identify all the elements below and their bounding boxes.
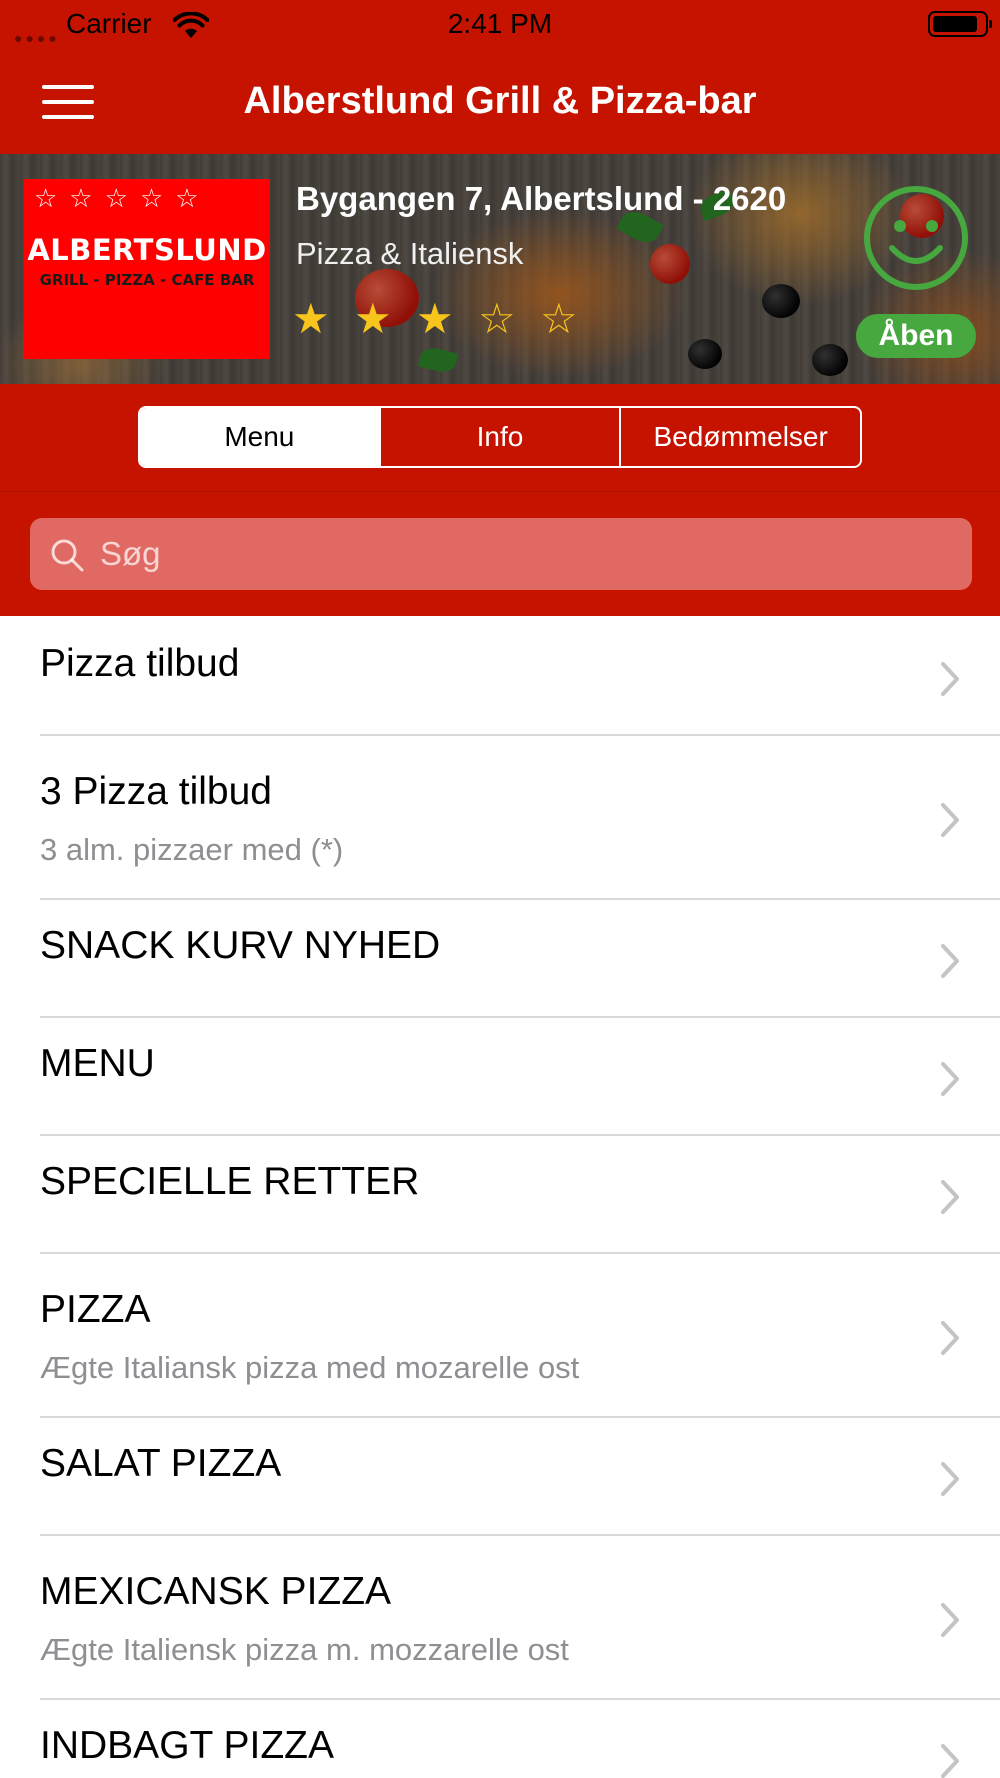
list-item[interactable]: PIZZA Ægte Italiansk pizza med mozarelle … xyxy=(0,1252,1000,1418)
chevron-right-icon xyxy=(941,662,959,696)
chevron-right-icon xyxy=(941,1180,959,1214)
list-item[interactable]: MENU xyxy=(0,1016,1000,1136)
restaurant-address: Bygangen 7, Albertslund - 2620 xyxy=(296,180,787,217)
list-item-title: SALAT PIZZA xyxy=(40,1442,282,1485)
logo-stars: ☆☆☆☆☆ xyxy=(34,183,211,213)
star-full-icon: ★ xyxy=(354,295,392,342)
list-item-title: SPECIELLE RETTER xyxy=(40,1160,420,1203)
star-full-icon: ★ xyxy=(416,295,454,342)
list-item[interactable]: SPECIELLE RETTER xyxy=(0,1134,1000,1254)
star-rating: ★★★☆★☆ xyxy=(292,295,578,342)
tab-menu[interactable]: Menu xyxy=(140,408,379,466)
page-title: Alberstlund Grill & Pizza-bar xyxy=(243,80,757,122)
chevron-right-icon xyxy=(941,1321,959,1355)
list-item[interactable]: Pizza tilbud xyxy=(0,616,1000,736)
list-item-title: SNACK KURV NYHED xyxy=(40,924,441,967)
chevron-right-icon xyxy=(941,1062,959,1096)
list-item-subtitle: Ægte Italiansk pizza med mozarelle ost xyxy=(40,1350,580,1385)
search-bar xyxy=(0,492,1000,616)
chevron-right-icon xyxy=(941,1462,959,1496)
chevron-right-icon xyxy=(941,1603,959,1637)
chevron-right-icon xyxy=(941,1744,959,1778)
tab-reviews[interactable]: Bedømmelser xyxy=(619,408,860,466)
list-item-title: PIZZA xyxy=(40,1288,151,1331)
segmented-control: Menu Info Bedømmelser xyxy=(138,406,862,468)
navigation-bar: Alberstlund Grill & Pizza-bar xyxy=(0,50,1000,154)
list-item-title: 3 Pizza tilbud xyxy=(40,770,272,813)
list-item-title: MEXICANSK PIZZA xyxy=(40,1570,392,1613)
list-item[interactable]: 3 Pizza tilbud 3 alm. pizzaer med (*) xyxy=(0,734,1000,900)
restaurant-cuisine: Pizza & Italiensk xyxy=(296,236,524,271)
list-item-title: MENU xyxy=(40,1042,155,1085)
star-empty-icon: ☆ xyxy=(540,295,578,342)
list-item-subtitle: Ægte Italiensk pizza m. mozzarelle ost xyxy=(40,1632,569,1667)
list-item[interactable]: SALAT PIZZA xyxy=(0,1416,1000,1536)
star-full-icon: ★ xyxy=(292,295,330,342)
chevron-right-icon xyxy=(941,803,959,837)
tab-bar: Menu Info Bedømmelser xyxy=(0,384,1000,492)
battery-icon xyxy=(928,11,992,37)
logo-subtitle: GRILL - PIZZA - CAFE BAR xyxy=(39,271,255,289)
smiley-icon xyxy=(864,186,968,290)
search-icon xyxy=(51,539,84,572)
list-item[interactable]: MEXICANSK PIZZA Ægte Italiensk pizza m. m… xyxy=(0,1534,1000,1700)
list-item-title: Pizza tilbud xyxy=(40,642,240,685)
logo-name: ALBERTSLUND xyxy=(27,233,267,267)
clock: 2:41 PM xyxy=(447,8,553,39)
open-status-badge: Åben xyxy=(856,314,976,358)
list-item[interactable]: SNACK KURV NYHED xyxy=(0,898,1000,1018)
status-bar: ●●●● Carrier 2:41 PM xyxy=(0,0,1000,50)
list-item-title: INDBAGT PIZZA xyxy=(40,1724,334,1767)
list-item-subtitle: 3 alm. pizzaer med (*) xyxy=(40,832,344,867)
tab-info[interactable]: Info xyxy=(378,408,620,466)
search-field[interactable] xyxy=(30,518,972,590)
search-input[interactable] xyxy=(100,518,950,590)
menu-category-list: Pizza tilbud 3 Pizza tilbud 3 alm. pizzaer… xyxy=(0,616,1000,1778)
restaurant-logo: ☆☆☆☆☆ ALBERTSLUND GRILL - PIZZA - CAFE B… xyxy=(24,179,270,359)
restaurant-header: ☆☆☆☆☆ ALBERTSLUND GRILL - PIZZA - CAFE B… xyxy=(0,154,1000,384)
chevron-right-icon xyxy=(941,944,959,978)
list-item[interactable]: INDBAGT PIZZA xyxy=(0,1698,1000,1778)
